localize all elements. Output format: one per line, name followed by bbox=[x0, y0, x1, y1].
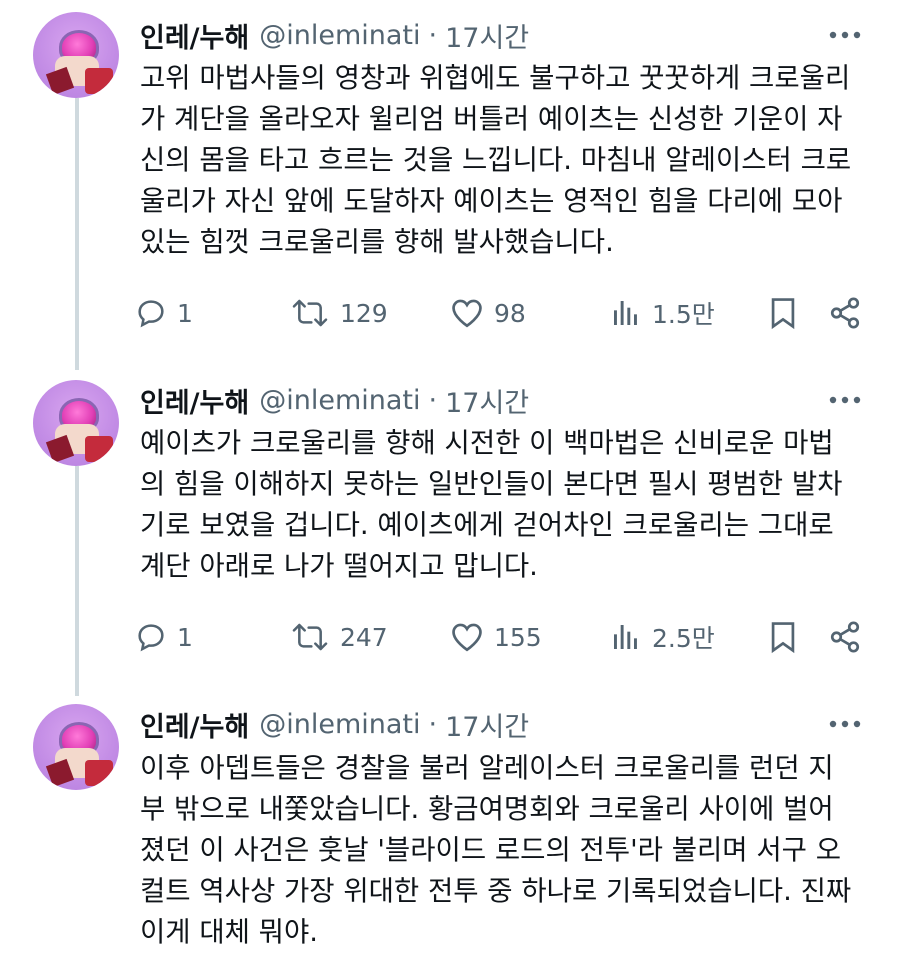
retweet-count: 247 bbox=[340, 622, 388, 652]
author-handle[interactable]: @inleminati bbox=[259, 20, 420, 51]
avatar[interactable] bbox=[33, 704, 119, 790]
author-handle[interactable]: @inleminati bbox=[259, 709, 420, 740]
tweet-header: 인레/누해 @inleminati · 17시간 bbox=[140, 380, 529, 420]
views-button[interactable]: 2.5만 bbox=[610, 612, 715, 662]
retweet-count: 129 bbox=[340, 298, 388, 328]
views-button[interactable]: 1.5만 bbox=[610, 288, 715, 338]
reply-icon bbox=[138, 624, 164, 652]
tweet-text: 이후 아뎁트들은 경찰을 불러 알레이스터 크로울리를 런던 지 부 밖으로 내… bbox=[140, 752, 852, 948]
author-handle[interactable]: @inleminati bbox=[259, 385, 420, 416]
separator-dot: · bbox=[428, 19, 438, 51]
retweet-icon bbox=[292, 623, 328, 651]
timestamp[interactable]: 17시간 bbox=[445, 705, 529, 744]
more-icon[interactable] bbox=[828, 380, 862, 420]
timestamp[interactable]: 17시간 bbox=[445, 381, 529, 420]
avatar[interactable] bbox=[33, 12, 119, 98]
share-button[interactable] bbox=[828, 288, 862, 338]
like-button[interactable]: 155 bbox=[450, 612, 542, 662]
author-name[interactable]: 인레/누해 bbox=[140, 705, 249, 744]
more-icon[interactable] bbox=[828, 15, 862, 55]
share-button[interactable] bbox=[828, 612, 862, 662]
tweet-header: 인레/누해 @inleminati · 17시간 bbox=[140, 15, 529, 55]
share-icon bbox=[830, 297, 860, 329]
retweet-icon bbox=[292, 299, 328, 327]
bookmark-icon bbox=[771, 622, 795, 654]
views-icon bbox=[614, 301, 637, 325]
author-name[interactable]: 인레/누해 bbox=[140, 16, 249, 55]
reply-count: 1 bbox=[177, 298, 193, 328]
more-icon[interactable] bbox=[828, 704, 862, 744]
timestamp[interactable]: 17시간 bbox=[445, 16, 529, 55]
retweet-button[interactable]: 129 bbox=[290, 288, 388, 338]
retweet-button[interactable]: 247 bbox=[290, 612, 388, 662]
tweet-text: 고위 마법사들의 영창과 위협에도 불구하고 꿋꿋하게 크로울리 가 계단을 올… bbox=[140, 62, 852, 258]
share-icon bbox=[830, 621, 860, 653]
author-name[interactable]: 인레/누해 bbox=[140, 381, 249, 420]
like-count: 98 bbox=[494, 298, 526, 328]
heart-icon bbox=[452, 623, 482, 652]
separator-dot: · bbox=[428, 708, 438, 740]
bookmark-icon bbox=[771, 298, 795, 330]
tweet-header: 인레/누해 @inleminati · 17시간 bbox=[140, 704, 529, 744]
bookmark-button[interactable] bbox=[768, 288, 798, 338]
reply-count: 1 bbox=[177, 622, 193, 652]
views-icon bbox=[614, 625, 637, 649]
bookmark-button[interactable] bbox=[768, 612, 798, 662]
like-count: 155 bbox=[494, 622, 542, 652]
like-button[interactable]: 98 bbox=[450, 288, 526, 338]
view-count: 1.5만 bbox=[652, 300, 715, 329]
reply-button[interactable]: 1 bbox=[135, 612, 193, 662]
separator-dot: · bbox=[428, 384, 438, 416]
tweet-actions: 1 247 155 2.5만 bbox=[135, 612, 870, 662]
reply-icon bbox=[138, 300, 164, 328]
avatar[interactable] bbox=[33, 380, 119, 466]
tweet[interactable]: 인레/누해 @inleminati · 17시간 예이츠가 크로울리를 향해 시… bbox=[0, 370, 900, 696]
tweet-actions: 1 129 98 1.5만 bbox=[135, 288, 870, 338]
heart-icon bbox=[452, 299, 482, 328]
view-count: 2.5만 bbox=[652, 624, 715, 653]
tweet[interactable]: 인레/누해 @inleminati · 17시간 이후 아뎁트들은 경찰을 불러… bbox=[0, 696, 900, 960]
reply-button[interactable]: 1 bbox=[135, 288, 193, 338]
tweet[interactable]: 인레/누해 @inleminati · 17시간 고위 마법사들의 영창과 위협… bbox=[0, 0, 900, 370]
tweet-text: 예이츠가 크로울리를 향해 시전한 이 백마법은 신비로운 마법 의 힘을 이해… bbox=[140, 427, 843, 582]
